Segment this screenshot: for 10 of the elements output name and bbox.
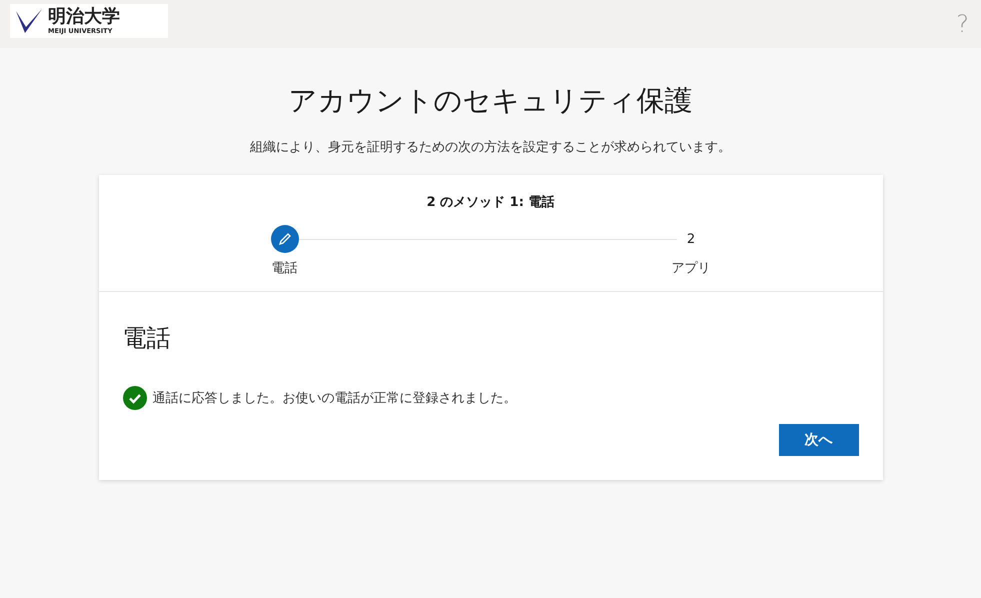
next-button[interactable]: 次へ <box>778 424 858 456</box>
step-label: 電話 <box>272 260 298 277</box>
progress-title: 2 のメソッド 1: 電話 <box>426 194 554 211</box>
status-message: 通話に応答しました。お使いの電話が正常に登録されました。 <box>152 390 516 407</box>
logo-name: 明治大学 <box>48 8 120 26</box>
check-icon <box>122 386 146 410</box>
page-title: アカウントのセキュリティ保護 <box>288 83 692 119</box>
section-title: 電話 <box>122 323 172 354</box>
description: 組織により、身元を証明するための次の方法を設定することが求められています。 <box>250 139 731 156</box>
step-label: アプリ <box>672 260 710 277</box>
